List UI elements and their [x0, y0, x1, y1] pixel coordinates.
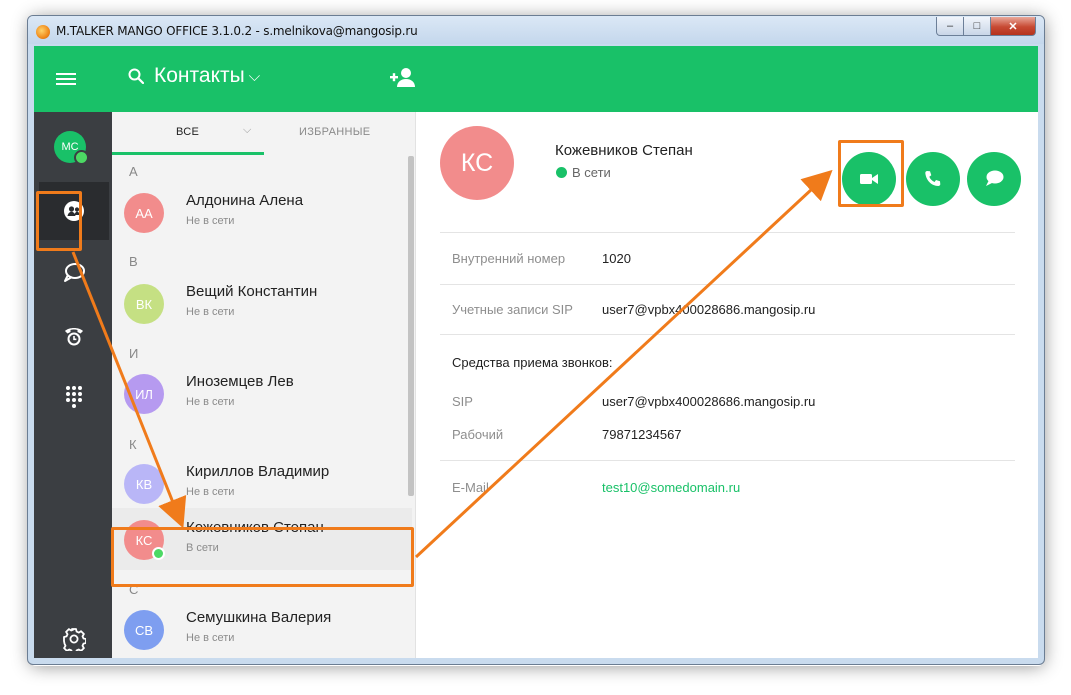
sip-accounts-value: user7@vpbx400028686.mangosip.ru: [602, 302, 816, 317]
contact-detail-status: В сети: [556, 165, 611, 180]
minimize-button[interactable]: –: [936, 17, 964, 36]
group-letter: И: [129, 346, 139, 361]
means-work-value: 79871234567: [602, 427, 682, 442]
internal-number-label: Внутренний номер: [452, 251, 566, 266]
contact-item-semushkina[interactable]: СВ Семушкина Валерия Не в сети: [112, 598, 412, 658]
contact-name: Кириллов Владимир: [186, 463, 330, 480]
window-title: M.TALKER MANGO OFFICE 3.1.0.2 - s.melnik…: [56, 24, 418, 38]
contact-status: Не в сети: [186, 396, 235, 408]
contact-status: Не в сети: [186, 215, 235, 227]
hamburger-menu-icon[interactable]: [56, 70, 76, 88]
online-status-dot: [556, 167, 567, 178]
call-receive-means-title: Средства приема звонков:: [452, 355, 613, 370]
contact-detail-panel: КС Кожевников Степан В сети Внутренний н…: [416, 112, 1038, 658]
contact-item-kirillov[interactable]: КВ Кириллов Владимир Не в сети: [112, 452, 412, 514]
sip-accounts-label: Учетные записи SIP: [452, 302, 573, 317]
rail-item-call-history[interactable]: [39, 306, 109, 364]
phone-call-icon: [925, 171, 941, 186]
means-sip-value: user7@vpbx400028686.mangosip.ru: [602, 394, 816, 409]
add-contact-icon[interactable]: [389, 66, 417, 90]
avatar: ВК: [124, 284, 164, 324]
means-sip-label: SIP: [452, 394, 473, 409]
rail-item-dialpad[interactable]: [39, 368, 109, 426]
divider: [440, 460, 1015, 461]
group-letter: К: [129, 437, 137, 452]
close-button[interactable]: ✕: [991, 17, 1036, 36]
contact-tabs: ВСЕ ⌵ ИЗБРАННЫЕ: [112, 112, 415, 156]
app-header: Контакты ⌵: [34, 46, 1038, 112]
contact-status: Не в сети: [186, 486, 235, 498]
contact-avatar-large: КС: [440, 126, 514, 200]
divider: [440, 334, 1015, 335]
email-label: E-Mail: [452, 480, 489, 495]
email-link[interactable]: test10@somedomain.ru: [602, 480, 740, 495]
chevron-down-icon[interactable]: ⌵: [243, 124, 251, 137]
gear-icon: [63, 628, 86, 651]
contact-item-aldonina[interactable]: АА Алдонина Алена Не в сети: [112, 181, 412, 243]
mango-logo-icon: [36, 25, 50, 39]
annotation-highlight-selected-contact: [111, 527, 414, 587]
rail-item-settings[interactable]: [39, 610, 109, 658]
tab-all[interactable]: ВСЕ: [176, 126, 199, 138]
contact-status: Не в сети: [186, 306, 235, 318]
group-letter: А: [129, 164, 138, 179]
tab-favorites[interactable]: ИЗБРАННЫЕ: [299, 126, 370, 138]
section-selector[interactable]: Контакты ⌵: [154, 64, 260, 88]
avatar: СВ: [124, 610, 164, 650]
annotation-highlight-video-button: [838, 140, 904, 207]
dialpad-icon: [66, 386, 82, 408]
phone-call-button[interactable]: [906, 152, 960, 206]
group-letter: В: [129, 254, 138, 269]
divider: [440, 232, 1015, 233]
rail-item-chats[interactable]: [39, 244, 109, 302]
contact-name: Семушкина Валерия: [186, 609, 332, 626]
contact-name: Иноземцев Лев: [186, 373, 294, 390]
avatar: КВ: [124, 464, 164, 504]
chat-icon: [986, 170, 1004, 186]
user-avatar[interactable]: МС: [54, 131, 89, 165]
chat-button[interactable]: [967, 152, 1021, 206]
online-status-dot: [74, 150, 89, 165]
divider: [440, 284, 1015, 285]
contact-item-inozemtsev[interactable]: ИЛ Иноземцев Лев Не в сети: [112, 362, 412, 424]
contact-item-veshchiy[interactable]: ВК Вещий Константин Не в сети: [112, 272, 412, 334]
avatar: ИЛ: [124, 374, 164, 414]
chevron-down-icon: ⌵: [248, 68, 261, 85]
search-icon[interactable]: [128, 68, 144, 84]
annotation-highlight-contacts: [36, 191, 82, 251]
contact-status: Не в сети: [186, 632, 235, 644]
contact-name: Алдонина Алена: [186, 192, 304, 209]
contact-name: Вещий Константин: [186, 283, 318, 300]
section-title: Контакты: [154, 64, 245, 87]
means-work-label: Рабочий: [452, 427, 504, 442]
maximize-button[interactable]: □: [964, 17, 991, 36]
contact-detail-name: Кожевников Степан: [555, 142, 693, 159]
avatar: АА: [124, 193, 164, 233]
chats-icon: [64, 263, 85, 282]
title-bar[interactable]: M.TALKER MANGO OFFICE 3.1.0.2 - s.melnik…: [28, 16, 1044, 44]
active-tab-indicator: [112, 152, 264, 155]
call-history-icon: [65, 328, 83, 346]
internal-number-value: 1020: [602, 251, 631, 266]
